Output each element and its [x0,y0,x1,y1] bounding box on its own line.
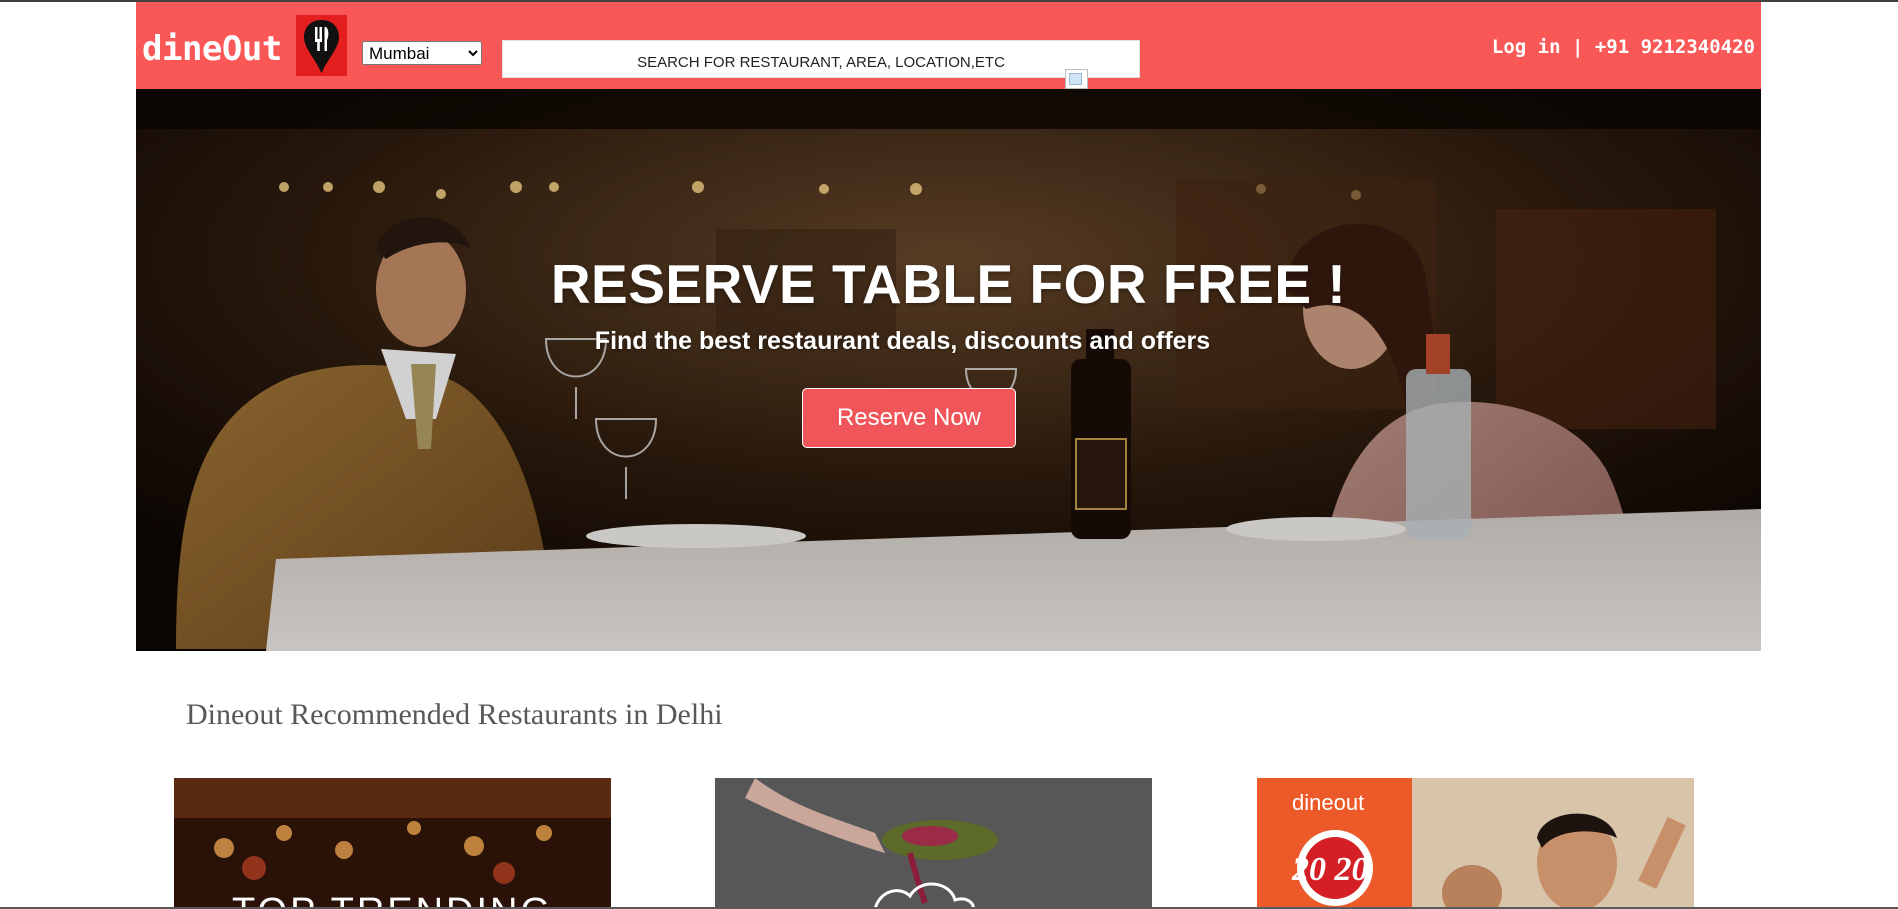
broken-image-icon[interactable] [1065,69,1088,89]
card-brand: dineout [1292,790,1365,815]
hero-banner: RESERVE TABLE FOR FREE ! Find the best r… [136,89,1761,651]
restaurant-card-top-trending[interactable]: TOP TRENDING [174,778,611,909]
reserve-now-button[interactable]: Reserve Now [802,388,1016,448]
phone-link[interactable]: +91 9212340420 [1595,36,1755,58]
card-image [715,778,1152,909]
section-title: Dineout Recommended Restaurants in Delhi [186,698,723,731]
contact-separator: | [1560,36,1595,58]
card-image [174,778,611,909]
hero-subtitle: Find the best restaurant deals, discount… [594,327,1211,355]
map-pin-cutlery-icon[interactable] [296,15,347,76]
card-badge: 20 20 [1292,851,1369,888]
header-contact: Log in | +91 9212340420 [1492,36,1755,58]
hero-background-image [136,89,1761,651]
restaurant-card-dineout-2020[interactable]: dineout 20 20 [1257,778,1694,909]
search-input[interactable] [502,40,1140,78]
login-link[interactable]: Log in [1492,36,1561,58]
site-header: dineOut Mumbai Log in | +91 9212340420 [136,2,1761,89]
restaurant-card-dessert[interactable] [715,778,1152,909]
logo-text[interactable]: dineOut [142,28,282,70]
hero-title: RESERVE TABLE FOR FREE ! [550,253,1347,315]
city-select[interactable]: Mumbai [362,41,482,65]
